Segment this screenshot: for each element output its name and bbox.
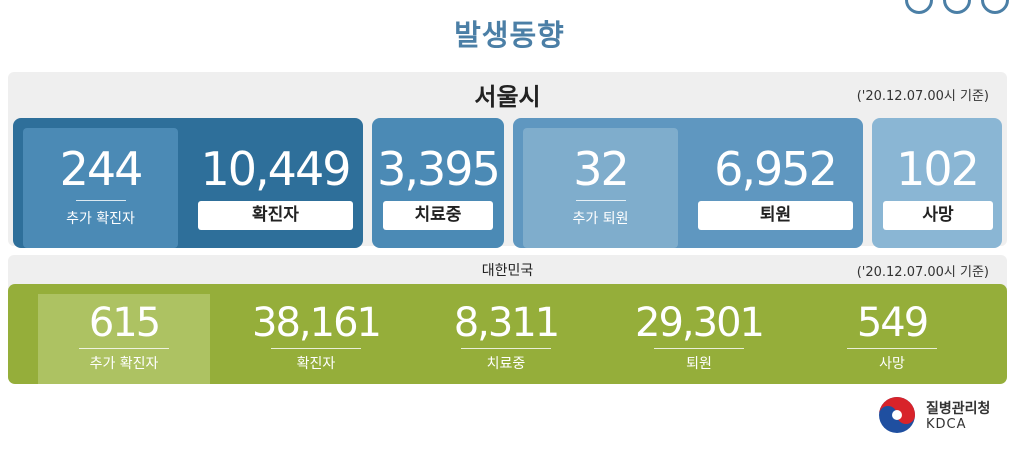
korea-stat-value: 29,301 [635, 300, 765, 346]
korea-stat-value: 615 [88, 300, 161, 346]
nav-dot-icon[interactable] [981, 0, 1009, 14]
korea-stat-label: 퇴원 [686, 356, 712, 372]
page-title: 발생동향 [454, 18, 565, 52]
seoul-confirmed-label: 확진자 [198, 201, 353, 230]
seoul-additional-confirmed-label: 추가 확진자 [66, 211, 135, 227]
korea-date: ('20.12.07.00시 기준) [856, 265, 989, 280]
seoul-additional-discharged-label: 추가 퇴원 [572, 211, 629, 227]
nav-dot-icon[interactable] [943, 0, 971, 14]
divider [847, 348, 937, 349]
seoul-deaths-value: 102 [896, 142, 980, 196]
seoul-in-treatment-value: 3,395 [377, 142, 501, 196]
divider [654, 348, 744, 349]
kdca-name: 질병관리청 [926, 401, 991, 417]
seoul-confirmed-value: 10,449 [200, 142, 352, 196]
korea-stat-value: 8,311 [453, 300, 561, 346]
divider [76, 200, 126, 201]
divider [271, 348, 361, 349]
divider [461, 348, 551, 349]
kdca-abbr: KDCA [926, 417, 967, 432]
korea-stat-label: 치료중 [486, 356, 526, 372]
korea-stat-label: 사망 [879, 356, 905, 372]
seoul-date: ('20.12.07.00시 기준) [856, 89, 989, 104]
seoul-additional-discharged-value: 32 [573, 142, 630, 196]
seoul-in-treatment-label: 치료중 [383, 201, 493, 230]
kdca-logo-icon [878, 396, 916, 434]
korea-stat-label: 추가 확진자 [89, 356, 159, 372]
divider [576, 200, 626, 201]
korea-stat-label: 확진자 [296, 356, 336, 372]
divider [79, 348, 169, 349]
nav-dot-icon[interactable] [905, 0, 933, 14]
korea-stat-value: 549 [856, 300, 929, 346]
seoul-deaths-label: 사망 [883, 201, 993, 230]
seoul-additional-confirmed-value: 244 [59, 142, 144, 196]
seoul-discharged-label: 퇴원 [698, 201, 853, 230]
korea-stat-value: 38,161 [252, 300, 382, 346]
seoul-discharged-value: 6,952 [714, 142, 838, 196]
page-nav-dots[interactable] [905, 0, 1009, 14]
